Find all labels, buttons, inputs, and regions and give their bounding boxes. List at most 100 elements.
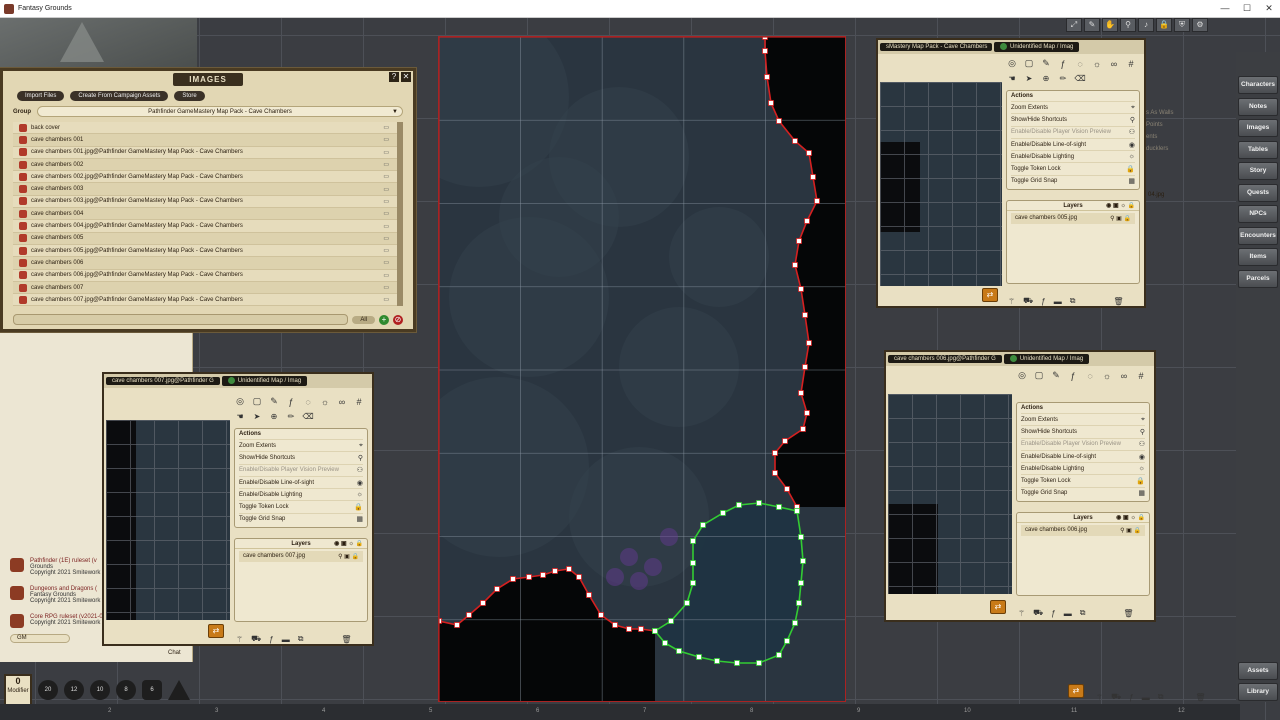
- sidebar-item-items[interactable]: Items: [1238, 248, 1278, 266]
- ruleset-item[interactable]: Pathfinder (1E) ruleset (v Grounds Copyr…: [10, 558, 100, 576]
- share-image-icon[interactable]: ▭: [383, 186, 389, 193]
- share-icon[interactable]: ⇄: [208, 624, 224, 638]
- layer-icon[interactable]: ▢: [251, 396, 263, 407]
- action-item[interactable]: Enable/Disable Player Vision Preview ⚇: [1011, 125, 1135, 138]
- drop-icon[interactable]: ◌: [1084, 371, 1096, 381]
- mask-icon[interactable]: ∞: [336, 397, 348, 407]
- layer-item[interactable]: cave chambers 005.jpg ⚲ ▣ 🔒: [1011, 213, 1135, 224]
- share-image-icon[interactable]: ▭: [383, 210, 389, 217]
- sidebar-item-assets[interactable]: Assets: [1238, 662, 1278, 680]
- d8-icon[interactable]: 8: [116, 680, 136, 700]
- sidebar-item-encounters[interactable]: Encounters: [1238, 226, 1278, 245]
- trash-icon[interactable]: 🗑: [1123, 609, 1133, 618]
- close-button[interactable]: ✕: [1258, 3, 1280, 14]
- main-map[interactable]: [438, 36, 846, 702]
- image-list-item[interactable]: cave chambers 001.jpg@Pathfinder GameMas…: [13, 146, 397, 159]
- cart-icon[interactable]: ⛟: [1033, 608, 1043, 618]
- brush-icon[interactable]: ✎: [1040, 58, 1052, 69]
- layer-toggle-icons[interactable]: ◉ ▣ ☼ 🔒: [1116, 513, 1145, 523]
- identity-select[interactable]: GM: [10, 634, 70, 643]
- import-files-button[interactable]: Import Files: [17, 91, 65, 101]
- action-item[interactable]: Zoom Extents ⌖: [239, 439, 363, 451]
- lock-icon[interactable]: 🔒: [1156, 18, 1172, 32]
- image-list-item[interactable]: cave chambers 006 ▭: [13, 257, 397, 270]
- copy-icon[interactable]: ⧉: [1070, 296, 1076, 306]
- image-list-item[interactable]: cave chambers 006.jpg@Pathfinder GameMas…: [13, 269, 397, 282]
- fx-add-icon[interactable]: ƒ: [1051, 609, 1055, 618]
- cart-icon[interactable]: ⛟: [251, 634, 261, 644]
- wand-icon[interactable]: ⚚: [1008, 297, 1015, 306]
- create-from-assets-button[interactable]: Create From Campaign Assets: [70, 91, 169, 101]
- light-icon[interactable]: ☼: [1101, 371, 1113, 381]
- fx-add-icon[interactable]: ƒ: [1041, 297, 1045, 306]
- pointer-icon[interactable]: ➤: [251, 412, 263, 421]
- action-item[interactable]: Enable/Disable Lighting ☼: [1021, 462, 1145, 474]
- share-image-icon[interactable]: ▭: [383, 296, 389, 303]
- share-image-icon[interactable]: ▭: [383, 284, 389, 291]
- share-image-icon[interactable]: ▭: [383, 247, 389, 254]
- viewer-map[interactable]: [888, 394, 1012, 594]
- layer-item-icons[interactable]: ⚲ ▣ 🔒: [1110, 215, 1131, 222]
- brush-icon[interactable]: ✎: [1084, 18, 1100, 32]
- sidebar-item-quests[interactable]: Quests: [1238, 183, 1278, 202]
- ruleset-item[interactable]: Core RPG ruleset (v2021-0 Copyright 2021…: [10, 614, 103, 628]
- tab-unidentified[interactable]: Unidentified Map / Imag: [221, 376, 308, 386]
- tab-image-name[interactable]: sMastery Map Pack - Cave Chambers: [880, 43, 992, 51]
- layer-icon[interactable]: ▢: [1033, 370, 1045, 381]
- d6-icon[interactable]: 6: [142, 680, 162, 700]
- share-icon[interactable]: ⇄: [990, 600, 1006, 614]
- image-list-item[interactable]: cave chambers 004 ▭: [13, 208, 397, 221]
- fx-icon[interactable]: ƒ: [1067, 371, 1079, 381]
- filter-all-button[interactable]: All: [352, 315, 375, 324]
- action-item[interactable]: Toggle Grid Snap ▦: [239, 512, 363, 525]
- action-item[interactable]: Toggle Token Lock 🔒: [1021, 474, 1145, 486]
- folder-icon[interactable]: ▬: [282, 635, 290, 644]
- fx-icon[interactable]: ƒ: [1057, 59, 1069, 69]
- sidebar-item-parcels[interactable]: Parcels: [1238, 269, 1278, 288]
- sidebar-item-library[interactable]: Library: [1238, 683, 1278, 701]
- share-icon[interactable]: ⇄: [1068, 684, 1084, 698]
- cart-icon[interactable]: ⛟: [1023, 296, 1033, 306]
- share-image-icon[interactable]: ▭: [383, 136, 389, 143]
- pointer-icon[interactable]: ➤: [1023, 74, 1035, 83]
- d20-icon[interactable]: 20: [38, 680, 58, 700]
- sidebar-item-images[interactable]: Images: [1238, 119, 1278, 137]
- brush-icon[interactable]: ✎: [1050, 370, 1062, 381]
- tab-unidentified[interactable]: Unidentified Map / Imag: [994, 42, 1080, 52]
- image-list-item[interactable]: cave chambers 002 ▭: [13, 158, 397, 172]
- sidebar-item-characters[interactable]: Characters: [1238, 76, 1278, 94]
- trash-icon[interactable]: 🗑: [1195, 693, 1205, 702]
- mask-icon[interactable]: ∞: [1118, 371, 1130, 381]
- layer-icon[interactable]: ▢: [1023, 58, 1035, 69]
- tab-image-name[interactable]: cave chambers 007.jpg@Pathfinder G: [106, 377, 220, 385]
- action-item[interactable]: Show/Hide Shortcuts ⚲: [1021, 425, 1145, 437]
- help-button[interactable]: ?: [389, 72, 399, 82]
- mask-icon[interactable]: ∞: [1108, 59, 1120, 69]
- add-icon[interactable]: +: [379, 314, 389, 325]
- eraser-icon[interactable]: ⌫: [302, 412, 314, 421]
- layer-item-icons[interactable]: ⚲ ▣ 🔒: [1120, 527, 1141, 534]
- viewer-map[interactable]: [880, 82, 1002, 286]
- close-window-button[interactable]: ✕: [401, 72, 411, 82]
- action-item[interactable]: Enable/Disable Player Vision Preview ⚇: [239, 463, 363, 476]
- d4-icon[interactable]: [168, 680, 190, 700]
- action-item[interactable]: Enable/Disable Lighting ☼: [1011, 150, 1135, 162]
- share-image-icon[interactable]: ▭: [383, 272, 389, 279]
- shield-icon[interactable]: ⛨: [1174, 18, 1190, 32]
- share-image-icon[interactable]: ▭: [383, 173, 389, 180]
- layer-toggle-icons[interactable]: ◉ ▣ ☼ 🔒: [1106, 201, 1135, 211]
- image-list[interactable]: back cover ▭ cave chambers 001 ▭ cave chambe…: [13, 122, 403, 306]
- action-item[interactable]: Enable/Disable Line-of-sight ◉: [239, 475, 363, 488]
- wand-icon[interactable]: ⚚: [1096, 693, 1103, 702]
- trash-icon[interactable]: 🗑: [1113, 297, 1123, 306]
- wand-icon[interactable]: ⚚: [236, 635, 243, 644]
- sidebar-item-npcs[interactable]: NPCs: [1238, 205, 1278, 223]
- wand-icon[interactable]: ⚚: [1018, 609, 1025, 618]
- copy-icon[interactable]: ⧉: [1080, 608, 1086, 618]
- trash-icon[interactable]: 🗑: [341, 635, 351, 644]
- eraser-icon[interactable]: ⌫: [1074, 74, 1086, 83]
- image-list-item[interactable]: cave chambers 005.jpg@Pathfinder GameMas…: [13, 244, 397, 258]
- action-item[interactable]: Zoom Extents ⌖: [1011, 101, 1135, 113]
- pencil-icon[interactable]: ✏: [285, 412, 297, 421]
- sidebar-item-notes[interactable]: Notes: [1238, 97, 1278, 116]
